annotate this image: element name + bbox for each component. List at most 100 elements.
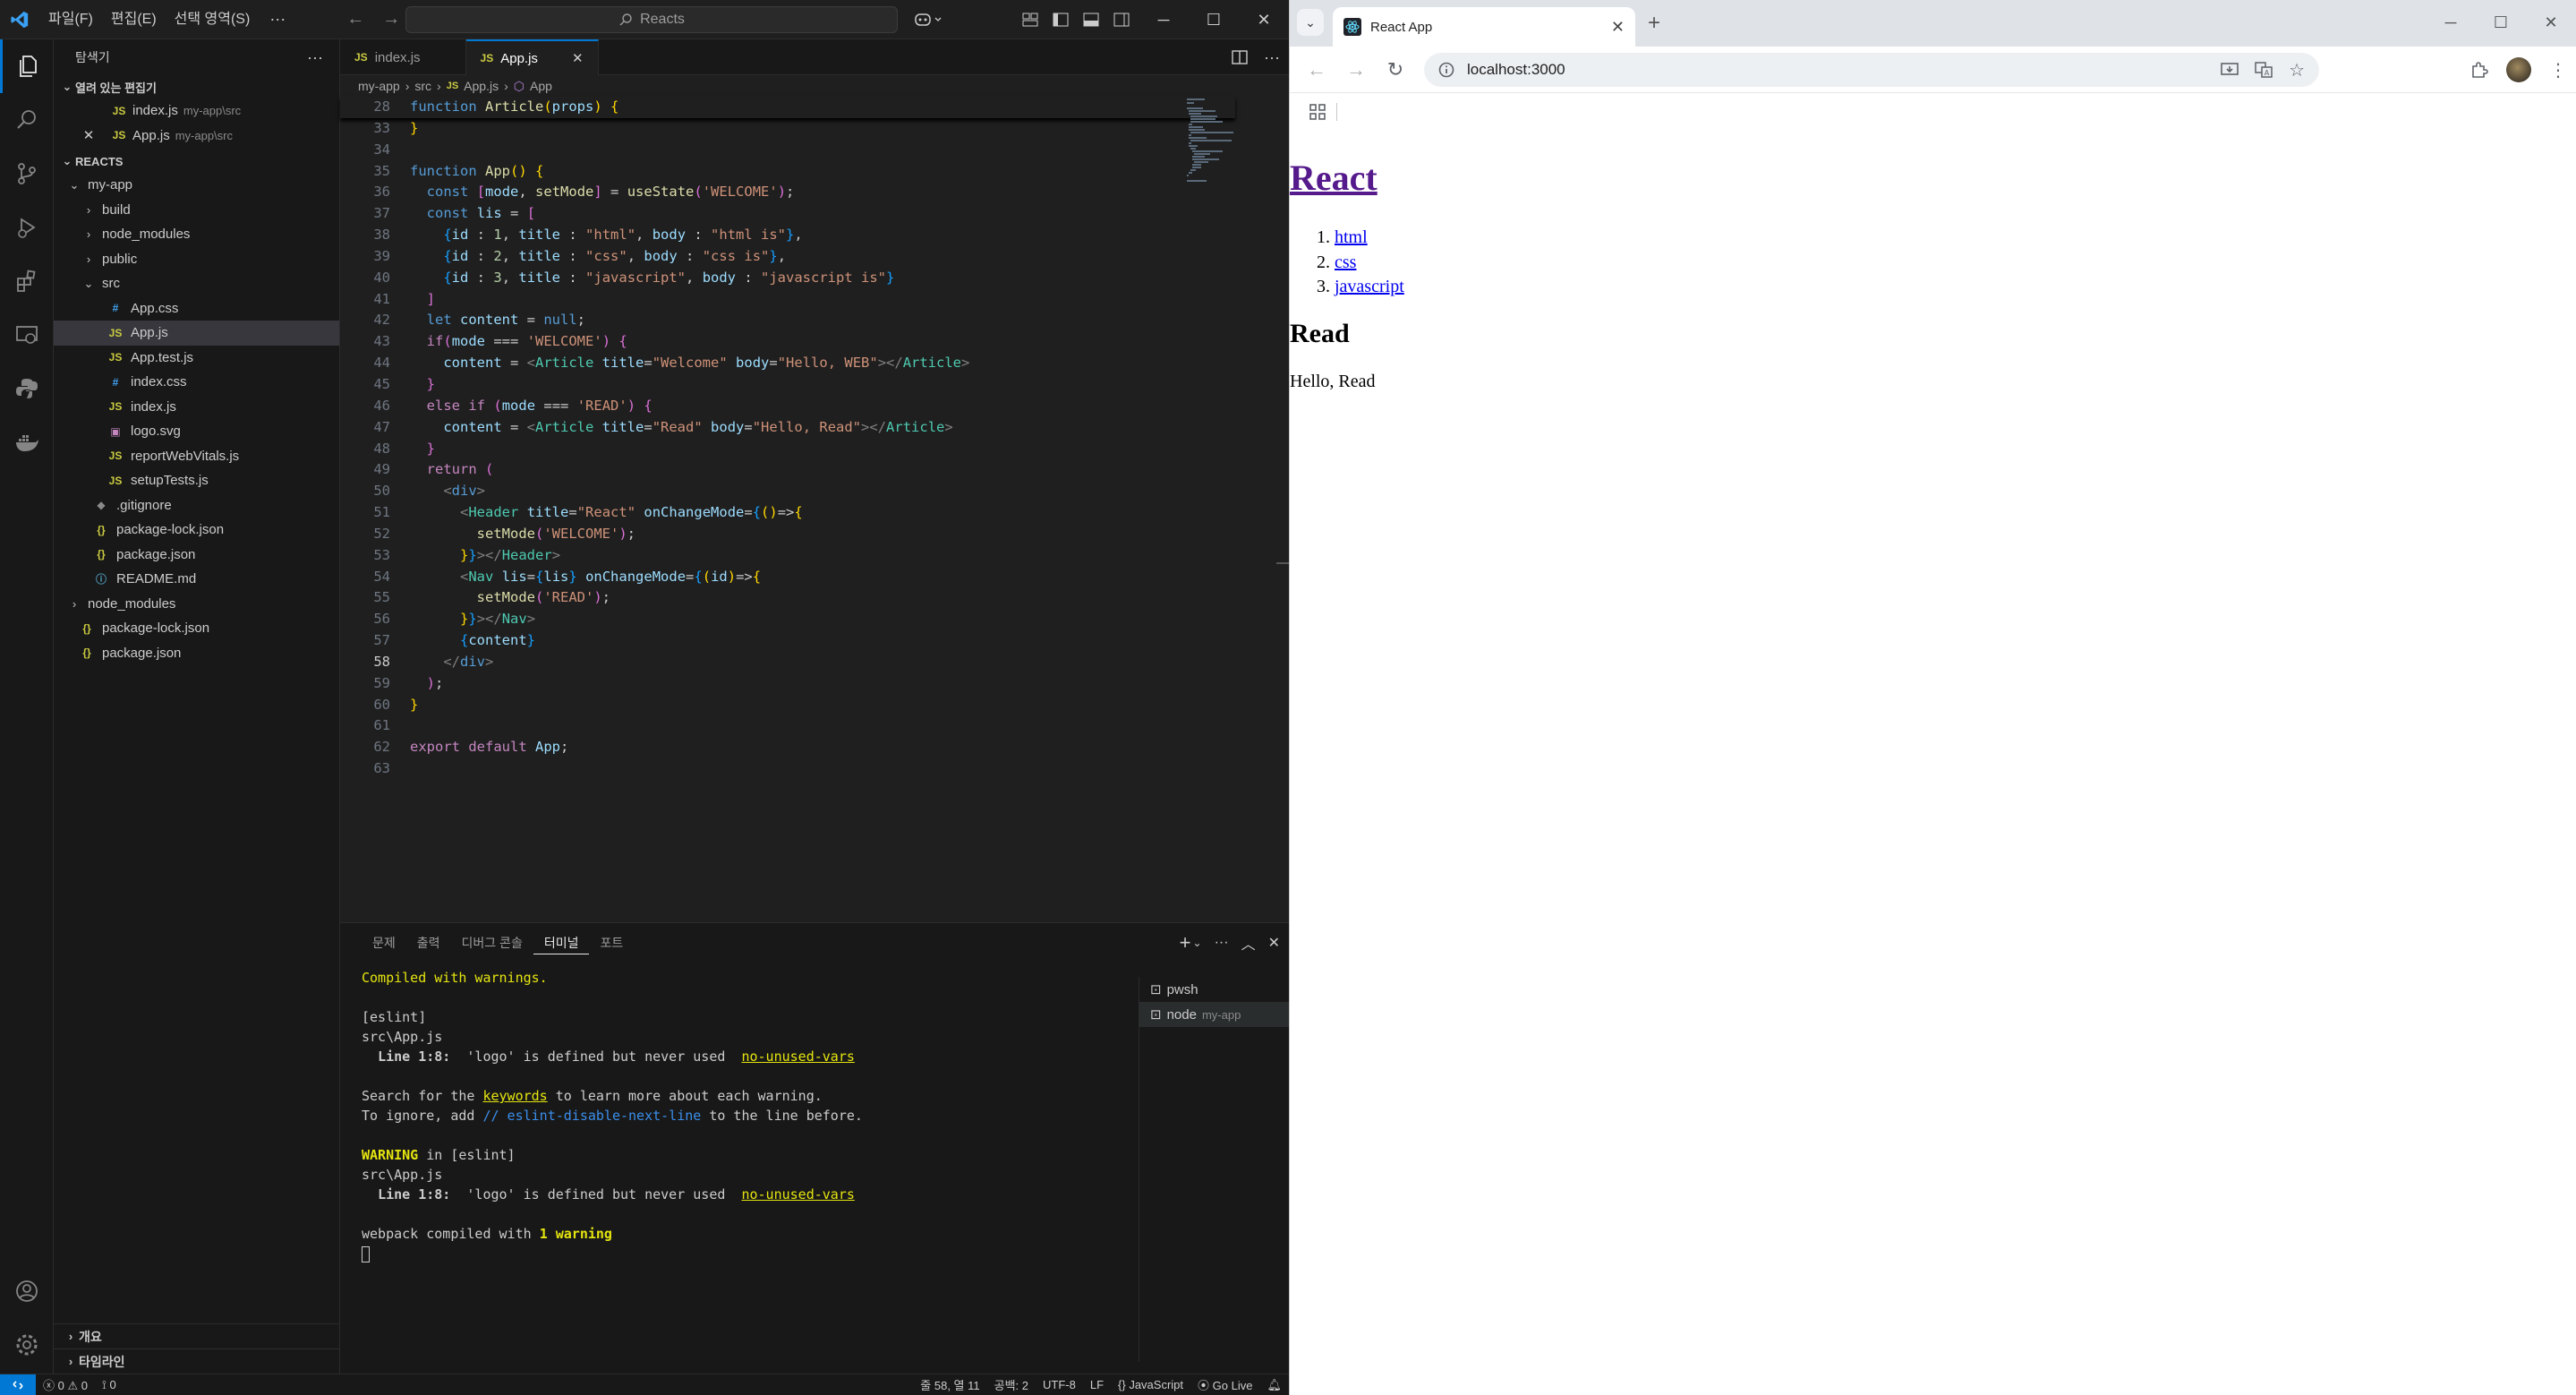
apps-grid-icon[interactable] [1309, 104, 1326, 120]
code-line[interactable]: 40 {id : 3, title : "javascript", body :… [340, 268, 1235, 289]
command-center[interactable]: Reacts [405, 6, 898, 33]
tree-item[interactable]: › public [54, 247, 339, 272]
tree-item[interactable]: {} package.json [54, 543, 339, 568]
tree-item[interactable]: JS index.js [54, 395, 339, 420]
tree-item[interactable]: ⌄ my-app [54, 173, 339, 198]
settings-gear-icon[interactable] [0, 1318, 54, 1372]
open-editor-item[interactable]: ✕ JS App.js my-app\src [54, 124, 339, 149]
code-line[interactable]: 60} [340, 695, 1235, 716]
code-line[interactable]: 41 ] [340, 289, 1235, 311]
code-line[interactable]: 62 export default App; [340, 737, 1235, 758]
code-line[interactable]: 36 const [mode, setMode] = useState('WEL… [340, 182, 1235, 203]
panel-more-icon[interactable]: ··· [1215, 935, 1229, 951]
tree-item[interactable]: {} package-lock.json [54, 616, 339, 641]
menu-item[interactable]: 선택 영역(S) [166, 0, 260, 39]
nav-link[interactable]: javascript [1335, 277, 1404, 296]
terminal-instance[interactable]: ⊡ node my-app [1139, 1002, 1289, 1027]
extensions-icon[interactable] [0, 254, 54, 308]
chrome-menu-icon[interactable]: ⋮ [2549, 59, 2567, 81]
tree-item[interactable]: JS App.test.js [54, 346, 339, 371]
panel-tab[interactable]: 디버그 콘솔 [451, 923, 533, 963]
run-debug-icon[interactable] [0, 201, 54, 254]
tree-item[interactable]: ◆ .gitignore [54, 493, 339, 518]
code-line[interactable]: 58 </div> [340, 652, 1235, 673]
editor-more-icon[interactable]: ··· [1264, 48, 1280, 67]
editor-tab[interactable]: JS index.js [340, 39, 466, 75]
remote-explorer-icon[interactable] [0, 308, 54, 362]
encoding[interactable]: UTF-8 [1036, 1378, 1083, 1391]
open-editor-item[interactable]: JS index.js my-app\src [54, 98, 339, 124]
toggle-secondary-sidebar-icon[interactable] [1108, 6, 1135, 33]
tree-item[interactable]: JS reportWebVitals.js [54, 444, 339, 469]
explorer-icon[interactable] [0, 39, 54, 93]
toggle-panel-icon[interactable] [1078, 6, 1105, 33]
code-line[interactable]: 48 } [340, 439, 1235, 460]
tree-item[interactable]: › build [54, 198, 339, 223]
scrollbar-marker[interactable] [1276, 562, 1289, 564]
back-icon[interactable]: ← [1299, 52, 1335, 88]
open-editors-section[interactable]: ⌄ 열려 있는 편집기 [54, 75, 339, 98]
tree-item[interactable]: › node_modules [54, 592, 339, 617]
menu-item[interactable]: 파일(F) [39, 0, 102, 39]
language-mode[interactable]: {} JavaScript [1111, 1378, 1190, 1391]
install-app-icon[interactable] [2221, 62, 2239, 78]
source-control-icon[interactable] [0, 147, 54, 201]
workspace-section[interactable]: ⌄ REACTS [54, 150, 339, 173]
customize-layout-icon[interactable] [1017, 6, 1044, 33]
heading-link[interactable]: React [1290, 158, 1378, 198]
toggle-sidebar-icon[interactable] [1047, 6, 1074, 33]
panel-tab[interactable]: 터미널 [533, 931, 590, 954]
chevron-down-icon[interactable]: ⌄ [1193, 937, 1202, 949]
code-line[interactable]: 46 else if (mode === 'READ') { [340, 396, 1235, 417]
tree-item[interactable]: {} package.json [54, 641, 339, 666]
browser-tab[interactable]: React App ✕ [1333, 7, 1635, 47]
code-line[interactable]: 51 <Header title="React" onChangeMode={(… [340, 502, 1235, 524]
code-line[interactable]: 43 if(mode === 'WELCOME') { [340, 331, 1235, 353]
breadcrumb-item[interactable]: my-app [358, 79, 400, 93]
accounts-icon[interactable] [0, 1264, 54, 1318]
code-line[interactable]: 50 <div> [340, 481, 1235, 502]
chrome-minimize-button[interactable]: ─ [2426, 0, 2476, 45]
notifications-bell-icon[interactable]: 🔔︎ [1259, 1378, 1289, 1392]
panel-tab[interactable]: 문제 [362, 923, 406, 963]
forward-arrow-icon[interactable]: → [373, 9, 409, 30]
tree-item[interactable]: JS setupTests.js [54, 468, 339, 493]
code-line[interactable]: 42 let content = null; [340, 310, 1235, 331]
code-line[interactable]: 39 {id : 2, title : "css", body : "css i… [340, 246, 1235, 268]
tree-item[interactable]: › node_modules [54, 222, 339, 247]
breadcrumb-item[interactable]: App.js [464, 79, 499, 93]
split-editor-icon[interactable] [1232, 50, 1248, 64]
code-line[interactable]: 61 [340, 715, 1235, 737]
bookmark-star-icon[interactable]: ☆ [2289, 59, 2305, 81]
code-line[interactable]: 54 <Nav lis={lis} onChangeMode={(id)=>{ [340, 567, 1235, 588]
terminal-instance[interactable]: ⊡ pwsh [1139, 977, 1289, 1002]
close-tab-icon[interactable]: ✕ [1611, 18, 1625, 37]
code-line[interactable]: 37 const lis = [ [340, 203, 1235, 225]
close-tab-icon[interactable]: ✕ [572, 50, 584, 66]
code-line[interactable]: 57 {content} [340, 630, 1235, 652]
code-line[interactable]: 34 [340, 140, 1235, 161]
code-line[interactable]: 52 setMode('WELCOME'); [340, 524, 1235, 545]
tree-item[interactable]: ▣ logo.svg [54, 419, 339, 444]
tree-item[interactable]: ⓘ README.md [54, 567, 339, 592]
indentation[interactable]: 공백: 2 [987, 1376, 1036, 1393]
tree-item[interactable]: {} package-lock.json [54, 518, 339, 543]
maximize-button[interactable]: ☐ [1189, 0, 1239, 39]
search-view-icon[interactable] [0, 93, 54, 147]
code-line[interactable]: 59 ); [340, 673, 1235, 695]
code-line[interactable]: 28 function Article(props) { [340, 97, 1235, 118]
address-bar[interactable]: localhost:3000 A ☆ [1424, 53, 2319, 87]
site-info-icon[interactable] [1438, 62, 1454, 78]
code-line[interactable]: 63 [340, 758, 1235, 780]
forward-icon[interactable]: → [1338, 52, 1374, 88]
terminal-output[interactable]: Compiled with warnings. [eslint] src\App.j… [362, 968, 1257, 1263]
copilot-menu[interactable] [913, 0, 945, 39]
tab-search-icon[interactable]: ⌄ [1297, 9, 1324, 36]
panel-tab[interactable]: 출력 [406, 923, 451, 963]
problems-status[interactable]: ⓧ 0 ⚠ 0 [36, 1376, 95, 1393]
profile-avatar[interactable] [2506, 57, 2531, 82]
go-live-button[interactable]: ⦿ Go Live [1190, 1376, 1259, 1393]
code-line[interactable]: 45 } [340, 374, 1235, 396]
reload-icon[interactable]: ↻ [1378, 52, 1413, 88]
code-line[interactable]: 55 setMode('READ'); [340, 587, 1235, 609]
